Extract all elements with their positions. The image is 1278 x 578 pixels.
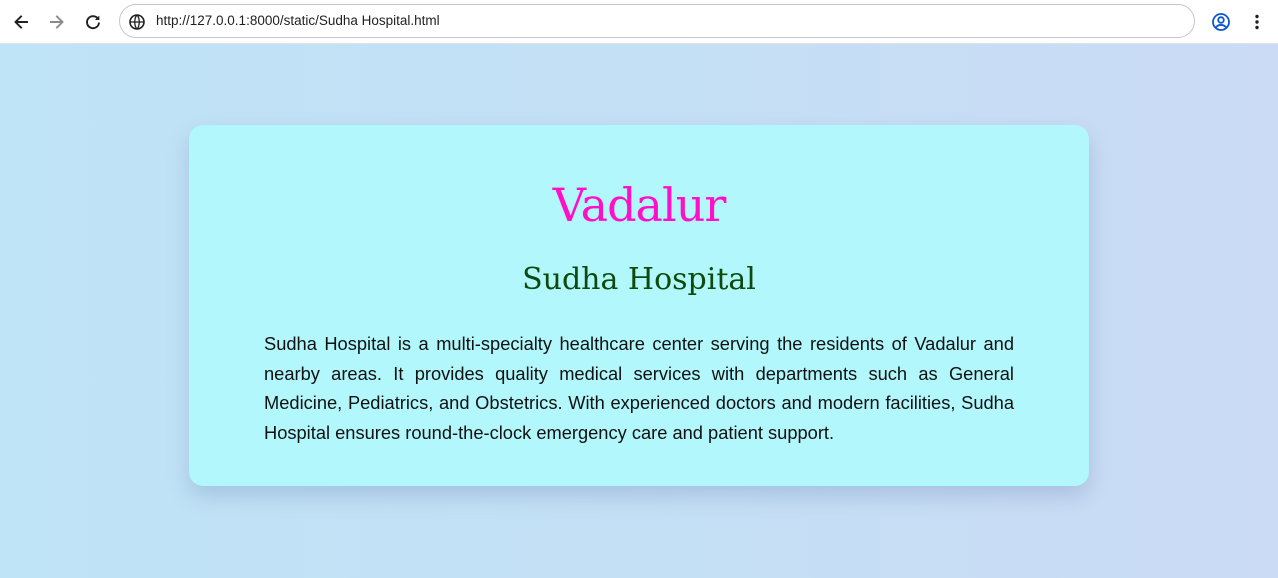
url-text[interactable]: http://127.0.0.1:8000/static/Sudha Hospi… bbox=[156, 13, 440, 28]
arrow-right-icon bbox=[50, 15, 64, 29]
account-circle-icon bbox=[1212, 13, 1230, 31]
hospital-name: Sudha Hospital bbox=[522, 262, 756, 297]
arrow-left-icon bbox=[14, 15, 28, 29]
vertical-dots-icon bbox=[1255, 14, 1259, 30]
browser-menu-button[interactable] bbox=[1243, 8, 1271, 36]
back-button[interactable] bbox=[7, 8, 35, 36]
address-bar[interactable]: http://127.0.0.1:8000/static/Sudha Hospi… bbox=[119, 4, 1195, 38]
browser-toolbar: http://127.0.0.1:8000/static/Sudha Hospi… bbox=[0, 0, 1278, 44]
profile-button[interactable] bbox=[1207, 8, 1235, 36]
reload-button[interactable] bbox=[79, 8, 107, 36]
page-viewport: Vadalur Sudha Hospital Sudha Hospital is… bbox=[0, 44, 1278, 578]
page-title: Vadalur bbox=[552, 178, 727, 232]
hospital-card: Vadalur Sudha Hospital Sudha Hospital is… bbox=[189, 125, 1089, 486]
hospital-description: Sudha Hospital is a multi-specialty heal… bbox=[264, 333, 1014, 443]
globe-icon[interactable] bbox=[128, 13, 146, 31]
forward-button[interactable] bbox=[43, 8, 71, 36]
reload-icon bbox=[86, 15, 100, 30]
